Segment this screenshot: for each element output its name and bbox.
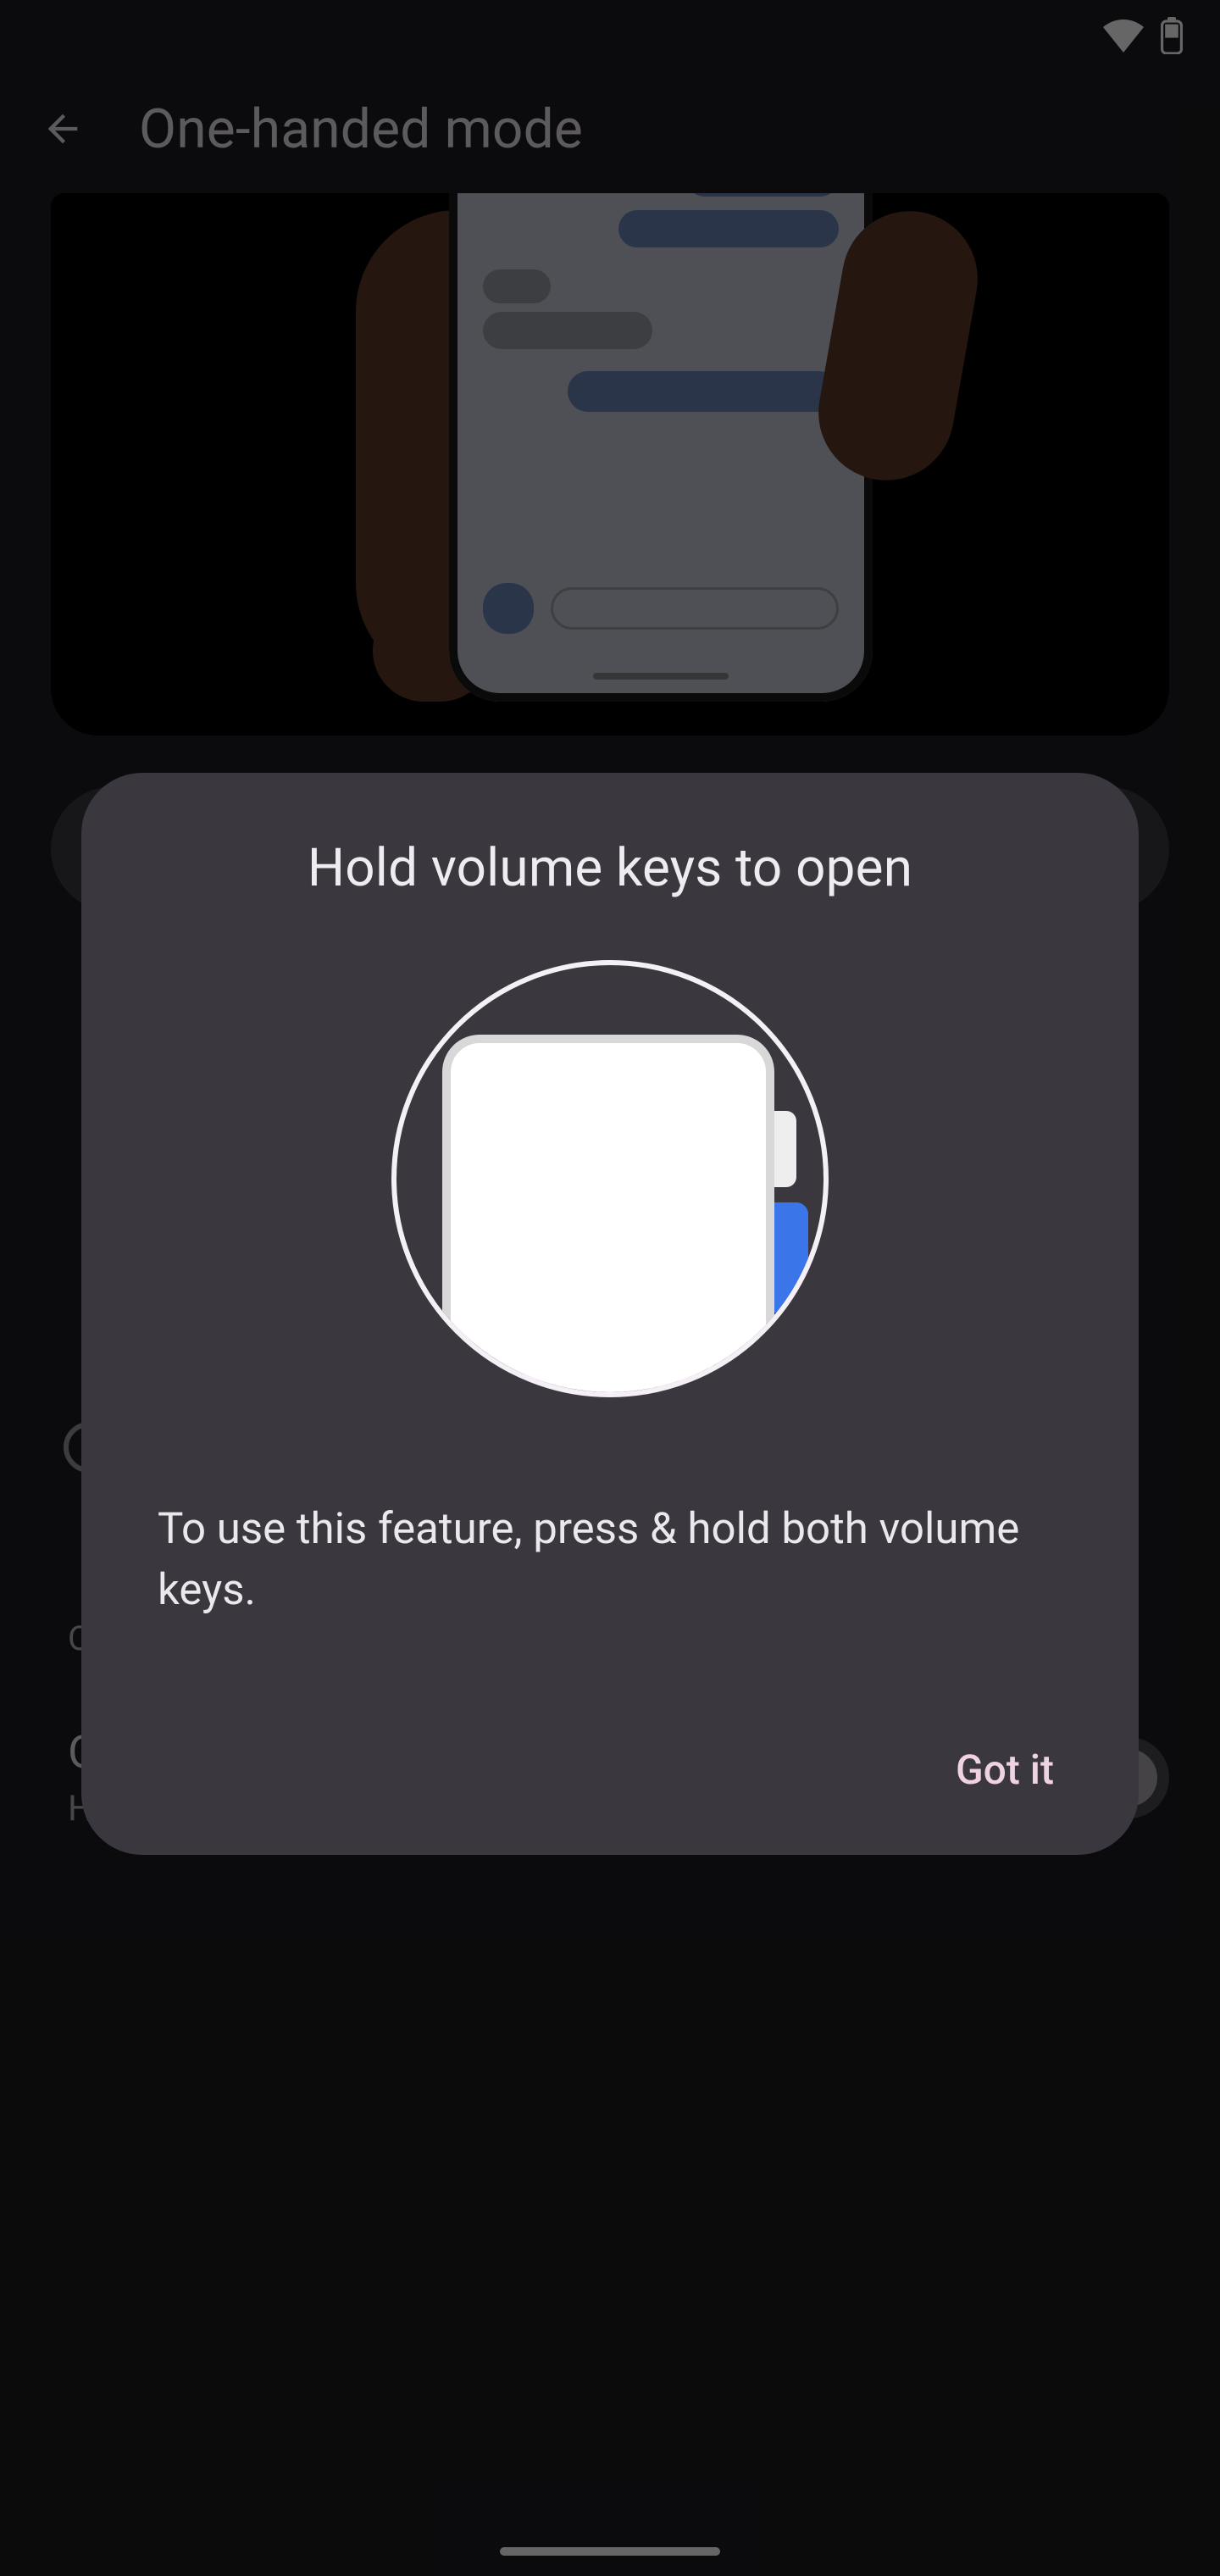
got-it-button[interactable]: Got it	[946, 1732, 1064, 1807]
dialog: Hold volume keys to open To use this fea…	[81, 773, 1139, 1855]
dialog-body: To use this feature, press & hold both v…	[156, 1499, 1064, 1622]
dialog-illustration	[391, 960, 829, 1397]
dialog-title: Hold volume keys to open	[156, 837, 1064, 899]
